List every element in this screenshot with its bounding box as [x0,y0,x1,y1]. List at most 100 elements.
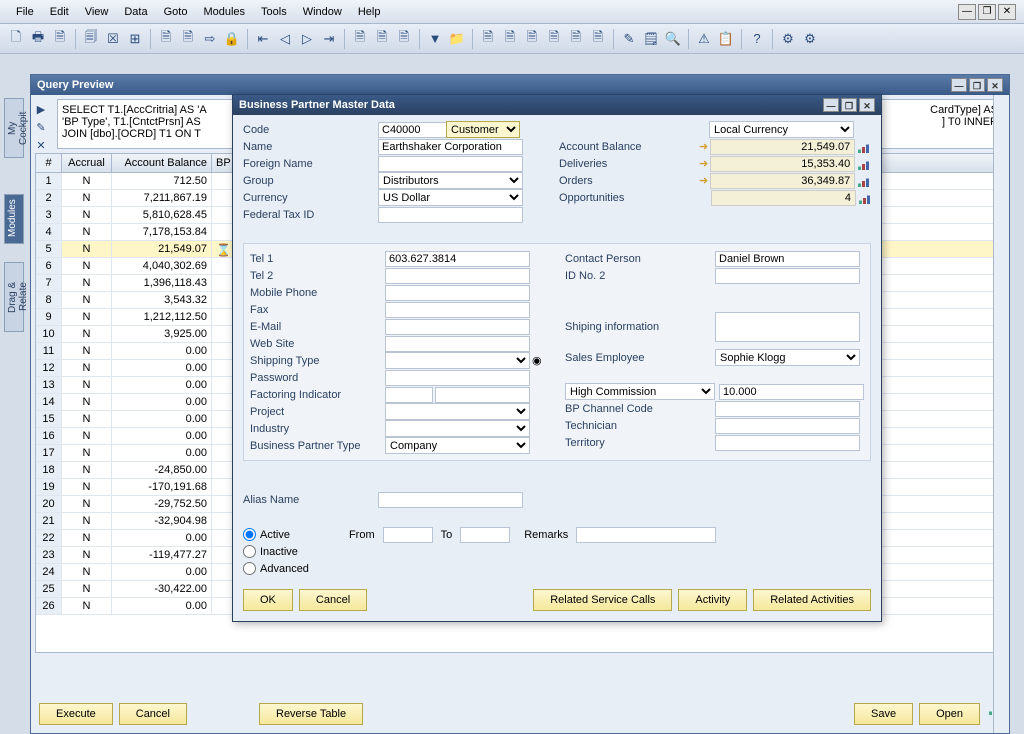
factoring-field2[interactable] [435,387,530,403]
config1-icon[interactable]: ⚙ [778,29,798,49]
from-field[interactable] [383,527,433,543]
bp-channel-field[interactable] [715,401,860,417]
orders-chart-icon[interactable] [858,175,870,187]
doc4-icon[interactable]: 🗎 [500,29,520,49]
sql-edit-icon[interactable]: ✎ [33,121,49,137]
warning-icon[interactable]: ⚠ [694,29,714,49]
dialog-cancel-button[interactable]: Cancel [299,589,367,611]
file-icon[interactable]: 🗐 [81,29,101,49]
alias-name-field[interactable] [378,492,523,508]
menu-modules[interactable]: Modules [195,3,253,21]
commission-type-dropdown[interactable]: High Commission [565,383,715,400]
vtab-drag-relate[interactable]: Drag & Relate [4,262,24,332]
next-icon[interactable]: ▷ [297,29,317,49]
foreign-name-field[interactable] [378,156,523,172]
new-icon[interactable]: 🗋 [6,29,26,49]
reverse-table-button[interactable]: Reverse Table [259,703,363,725]
email-field[interactable] [385,319,530,335]
lock-icon[interactable]: 🔒 [222,29,242,49]
contact-person-field[interactable] [715,251,860,267]
federal-tax-id-field[interactable] [378,207,523,223]
ok-button[interactable]: OK [243,589,293,611]
save-button[interactable]: Save [854,703,913,725]
query-close-button[interactable]: ✕ [987,78,1003,92]
edit-icon[interactable]: ✎ [619,29,639,49]
doc2-icon[interactable]: 🗎 [178,29,198,49]
territory-field[interactable] [715,435,860,451]
technician-field[interactable] [715,418,860,434]
execute-button[interactable]: Execute [39,703,113,725]
menu-goto[interactable]: Goto [156,3,196,21]
inactive-radio[interactable] [243,545,256,558]
vtab-cockpit[interactable]: My Cockpit [4,98,24,158]
query-cancel-button[interactable]: Cancel [119,703,187,725]
doc1-icon[interactable]: 🗎 [156,29,176,49]
nav2-icon[interactable]: 🗎 [372,29,392,49]
nav3-icon[interactable]: 🗎 [394,29,414,49]
nav1-icon[interactable]: 🗎 [350,29,370,49]
related-activities-button[interactable]: Related Activities [753,589,871,611]
shipping-type-dropdown[interactable] [385,352,530,369]
currency-dropdown[interactable]: US Dollar [378,189,523,206]
shipping-info-field[interactable] [715,312,860,342]
sales-employee-dropdown[interactable]: Sophie Klogg [715,349,860,366]
project-dropdown[interactable] [385,403,530,420]
folder-icon[interactable]: 📁 [447,29,467,49]
first-icon[interactable]: ⇤ [253,29,273,49]
vtab-modules[interactable]: Modules [4,194,24,244]
idno2-field[interactable] [715,268,860,284]
search-icon[interactable]: 🔍 [663,29,683,49]
doc7-icon[interactable]: 🗎 [566,29,586,49]
deliveries-chart-icon[interactable] [858,158,870,170]
doc3-icon[interactable]: 🗎 [478,29,498,49]
bp-type-dropdown[interactable]: Customer [446,121,520,138]
app-close-button[interactable]: ✕ [998,4,1016,20]
menu-edit[interactable]: Edit [42,3,77,21]
help-icon[interactable]: ? [747,29,767,49]
col-header-num[interactable]: # [36,154,62,172]
website-field[interactable] [385,336,530,352]
excel-icon[interactable]: ⊞ [125,29,145,49]
bp-partner-type-dropdown[interactable]: Company [385,437,530,454]
menu-data[interactable]: Data [116,3,155,21]
industry-dropdown[interactable] [385,420,530,437]
advanced-radio[interactable] [243,562,256,575]
last-icon[interactable]: ⇥ [319,29,339,49]
config2-icon[interactable]: ⚙ [800,29,820,49]
name-field[interactable] [378,139,523,155]
dialog-restore-button[interactable]: ❐ [841,98,857,112]
to-field[interactable] [460,527,510,543]
clipboard-icon[interactable]: 📋 [716,29,736,49]
sql-run-icon[interactable]: ▶ [33,103,49,119]
close-doc-icon[interactable]: ☒ [103,29,123,49]
dialog-minimize-button[interactable]: — [823,98,839,112]
active-radio[interactable] [243,528,256,541]
arrow-icon[interactable]: ⇨ [200,29,220,49]
group-dropdown[interactable]: Distributors [378,172,523,189]
remarks-field[interactable] [576,527,716,543]
menu-file[interactable]: File [8,3,42,21]
dialog-close-button[interactable]: ✕ [859,98,875,112]
link-arrow-icon[interactable]: ➜ [699,157,708,170]
balance-chart-icon[interactable] [858,141,870,153]
col-header-accrual[interactable]: Accrual [62,154,112,172]
menu-help[interactable]: Help [350,3,389,21]
related-service-calls-button[interactable]: Related Service Calls [533,589,672,611]
fax-field[interactable] [385,302,530,318]
query-restore-button[interactable]: ❐ [969,78,985,92]
activity-button[interactable]: Activity [678,589,747,611]
app-restore-button[interactable]: ❐ [978,4,996,20]
commission-value-field[interactable] [719,384,864,400]
filter-icon[interactable]: ▼ [425,29,445,49]
mobile-field[interactable] [385,285,530,301]
local-currency-dropdown[interactable]: Local Currency [709,121,854,138]
dialog-titlebar[interactable]: Business Partner Master Data — ❐ ✕ [233,95,881,115]
tel1-field[interactable] [385,251,530,267]
query-scrollbar[interactable] [993,95,1009,733]
doc8-icon[interactable]: 🗎 [588,29,608,49]
preview-icon[interactable]: 🗎 [50,29,70,49]
tel2-field[interactable] [385,268,530,284]
menu-tools[interactable]: Tools [253,3,295,21]
code-field[interactable] [378,122,448,138]
define-new-icon[interactable]: ◉ [532,354,542,367]
